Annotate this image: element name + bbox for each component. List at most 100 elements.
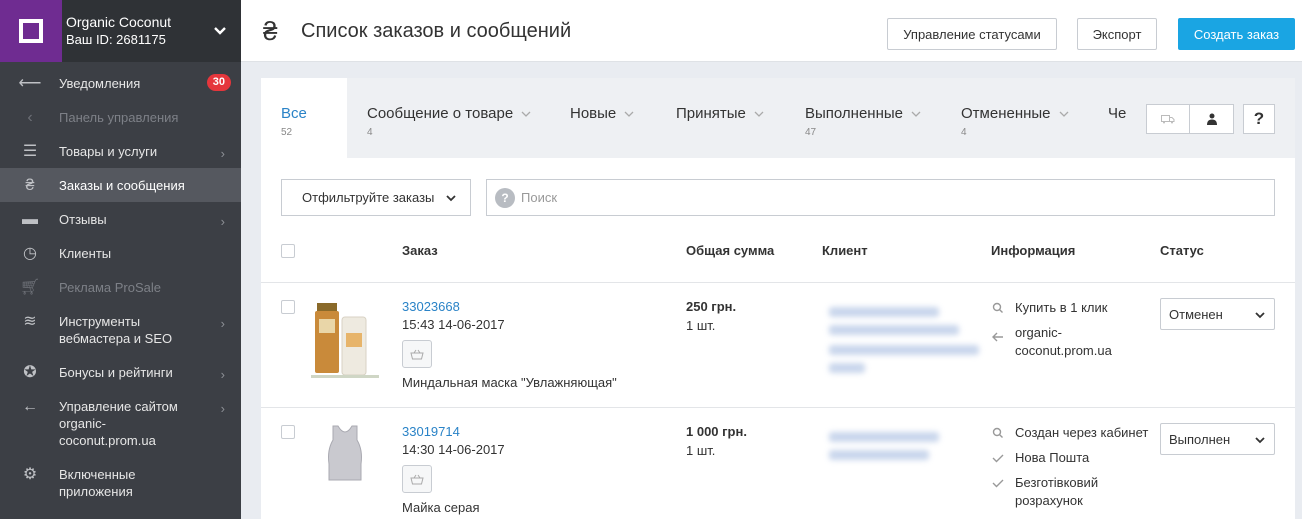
sidebar-item-seo[interactable]: ≋ Инструменты вебмастера и SEO › — [0, 304, 241, 355]
sidebar-item-label: Панель управления — [59, 110, 179, 125]
sidebar-item-label: Отзывы — [59, 212, 107, 227]
col-status: Статус — [1160, 243, 1204, 258]
sidebar-item-notifications[interactable]: ⟵ Уведомления 30 — [0, 66, 241, 100]
tab-new[interactable]: Новые — [570, 78, 634, 158]
chevron-down-icon — [521, 111, 531, 117]
hryvnia-icon: ₴ — [25, 176, 35, 194]
sidebar-item-label: Инструменты вебмастера и SEO — [59, 314, 173, 346]
sidebar-menu: ⟵ Уведомления 30 ‹ Панель управления ☰ Т… — [0, 62, 241, 508]
sidebar-item-orders[interactable]: ₴ Заказы и сообщения — [0, 168, 241, 202]
chevron-down-icon — [911, 111, 921, 117]
award-icon: ✪ — [23, 363, 37, 381]
list-icon: ☰ — [22, 142, 38, 160]
source-site[interactable]: organic-coconut.prom.ua — [1015, 325, 1112, 358]
manage-statuses-button[interactable]: Управление статусами — [887, 18, 1057, 50]
sidebar-item-label: Клиенты — [59, 246, 112, 261]
search-icon — [992, 302, 1003, 313]
page-header: ₴ Список заказов и сообщений Управление … — [241, 0, 1302, 62]
status-select[interactable]: Выполнен — [1160, 423, 1275, 455]
sidebar-item-products[interactable]: ☰ Товары и услуги › — [0, 134, 241, 168]
order-link[interactable]: 33019714 — [402, 424, 460, 439]
orders-card: Все 52 Сообщение о товаре 4 Новые Принят… — [261, 78, 1295, 519]
table-header: Заказ Общая сумма Клиент Информация Стат… — [261, 238, 1295, 283]
col-client: Клиент — [822, 243, 868, 258]
account-name: Organic Coconut — [66, 14, 172, 30]
chevron-down-icon — [446, 194, 457, 201]
tab-truncated[interactable]: Че — [1108, 78, 1128, 158]
chevron-right-icon: › — [220, 316, 225, 331]
order-sum: 1 000 грн. — [686, 424, 747, 439]
chevron-right-icon: › — [220, 367, 225, 382]
search-input[interactable] — [521, 190, 1221, 205]
order-time: 15:43 14-06-2017 — [402, 317, 505, 332]
delivery-view-button[interactable] — [1146, 104, 1190, 134]
sidebar-item-reviews[interactable]: ▬ Отзывы › — [0, 202, 241, 236]
basket-icon — [410, 349, 424, 359]
product-name: Майка серая — [402, 500, 480, 515]
sidebar-item-clients[interactable]: ◷ Клиенты — [0, 236, 241, 270]
sidebar-item-site-management[interactable]: ← Управление сайтом organic-coconut.prom… — [0, 389, 241, 457]
order-info: Купить в 1 клик organic-coconut.prom.ua — [989, 299, 1159, 367]
tab-product-messages[interactable]: Сообщение о товаре 4 — [367, 78, 531, 158]
sidebar-item-apps[interactable]: ⚙ Включенные приложения — [0, 457, 241, 508]
check-icon — [992, 454, 1004, 463]
table-row: 33023668 15:43 14-06-2017 Миндальная мас… — [261, 283, 1295, 408]
order-qty: 1 шт. — [686, 318, 716, 333]
gear-icon: ⚙ — [22, 465, 38, 483]
sidebar-item-label: Товары и услуги — [59, 144, 158, 159]
user-icon — [1206, 113, 1217, 125]
sidebar-item-prosale[interactable]: 🛒︎ Реклама ProSale — [0, 270, 241, 304]
minus-icon: ▬ — [22, 210, 38, 228]
order-info: Создан через кабинет Нова Пошта Безготів… — [989, 424, 1159, 517]
select-all-checkbox[interactable] — [281, 244, 295, 258]
sidebar-item-dashboard[interactable]: ‹ Панель управления — [0, 100, 241, 134]
arrow-left-icon: ⟵ — [18, 74, 42, 92]
create-order-button[interactable]: Создать заказ — [1178, 18, 1295, 50]
row-checkbox[interactable] — [281, 300, 295, 314]
clock-icon: ◷ — [23, 244, 37, 262]
status-tabs: Все 52 Сообщение о товаре 4 Новые Принят… — [261, 78, 1295, 158]
chevron-left-icon: ‹ — [27, 108, 33, 126]
search-help-icon[interactable]: ? — [495, 187, 515, 208]
tab-completed[interactable]: Выполненные 47 — [805, 78, 921, 158]
search-box: ? — [486, 179, 1275, 216]
sidebar-item-bonuses[interactable]: ✪ Бонусы и рейтинги › — [0, 355, 241, 389]
order-link[interactable]: 33023668 — [402, 299, 460, 314]
basket-button[interactable] — [402, 340, 432, 368]
tab-accepted[interactable]: Принятые — [676, 78, 764, 158]
tab-cancelled[interactable]: Отмененные 4 — [961, 78, 1069, 158]
client-info-blurred — [823, 301, 979, 376]
account-switcher[interactable]: Organic Coconut Ваш ID: 2681175 — [0, 0, 241, 62]
col-info: Информация — [991, 243, 1076, 258]
filter-orders-dropdown[interactable]: Отфильтруйте заказы — [281, 179, 471, 216]
wifi-icon: ≋ — [23, 312, 37, 330]
sidebar-item-label: Бонусы и рейтинги — [59, 365, 173, 380]
status-select[interactable]: Отменен — [1160, 298, 1275, 330]
product-thumbnail[interactable] — [309, 418, 381, 504]
page-title: Список заказов и сообщений — [301, 20, 572, 42]
tab-all[interactable]: Все 52 — [261, 78, 347, 158]
truck-icon — [1161, 115, 1175, 124]
col-sum[interactable]: Общая сумма — [686, 243, 774, 258]
help-button[interactable]: ? — [1243, 104, 1275, 134]
product-name: Миндальная маска "Увлажняющая" — [402, 375, 617, 390]
basket-button[interactable] — [402, 465, 432, 493]
order-sum: 250 грн. — [686, 299, 737, 314]
export-button[interactable]: Экспорт — [1077, 18, 1157, 50]
sidebar-item-label: Реклама ProSale — [59, 280, 162, 295]
cart-icon: 🛒︎ — [19, 278, 41, 296]
sidebar: Organic Coconut Ваш ID: 2681175 ⟵ Уведом… — [0, 0, 241, 519]
client-view-button[interactable] — [1190, 104, 1234, 134]
chevron-down-icon — [1255, 312, 1265, 319]
chevron-down-icon — [1255, 437, 1265, 444]
col-order: Заказ — [402, 243, 438, 258]
sidebar-item-label: Включенные приложения — [59, 467, 136, 499]
search-icon — [992, 427, 1003, 438]
chevron-down-icon — [214, 27, 226, 35]
product-thumbnail[interactable] — [309, 297, 381, 383]
row-checkbox[interactable] — [281, 425, 295, 439]
account-id: Ваш ID: 2681175 — [66, 32, 166, 47]
chevron-right-icon: › — [220, 401, 225, 416]
order-qty: 1 шт. — [686, 443, 716, 458]
table-row: 33019714 14:30 14-06-2017 Майка серая 1 … — [261, 408, 1295, 519]
